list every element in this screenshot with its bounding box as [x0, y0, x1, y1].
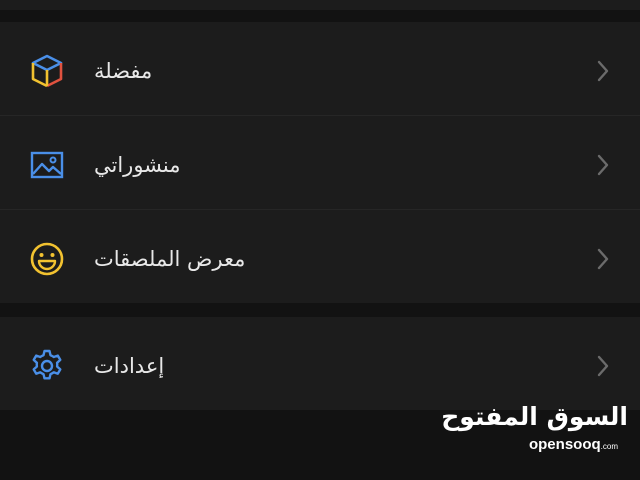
logo-suffix: .com [600, 442, 618, 451]
menu-card: مفضلة منشوراتي معرض الملصقات [0, 22, 640, 303]
opensooq-logo: السوق المفتوح opensooq.com [441, 402, 629, 466]
gear-icon [28, 347, 66, 385]
chevron-right-icon [592, 150, 614, 180]
logo-latin-text: opensooq.com [529, 436, 618, 453]
settings-card: إعدادات [0, 317, 640, 410]
chevron-right-icon [592, 351, 614, 381]
menu-item-favorites[interactable]: مفضلة [0, 22, 640, 115]
logo-arabic-text: السوق المفتوح [441, 402, 629, 431]
menu-item-label: منشوراتي [94, 153, 181, 177]
menu-item-settings[interactable]: إعدادات [0, 317, 640, 410]
smiley-icon [28, 240, 66, 278]
chevron-right-icon [592, 244, 614, 274]
logo-wordmark: opensooq [528, 436, 601, 453]
menu-item-label: معرض الملصقات [94, 247, 246, 271]
menu-item-label: مفضلة [94, 59, 153, 83]
chevron-right-icon [592, 56, 614, 86]
top-section-edge [0, 0, 640, 10]
menu-item-label: إعدادات [94, 354, 165, 378]
cube-icon [28, 52, 66, 90]
menu-item-sticker-gallery[interactable]: معرض الملصقات [0, 210, 640, 303]
image-icon [28, 146, 66, 184]
menu-item-my-posts[interactable]: منشوراتي [0, 116, 640, 209]
